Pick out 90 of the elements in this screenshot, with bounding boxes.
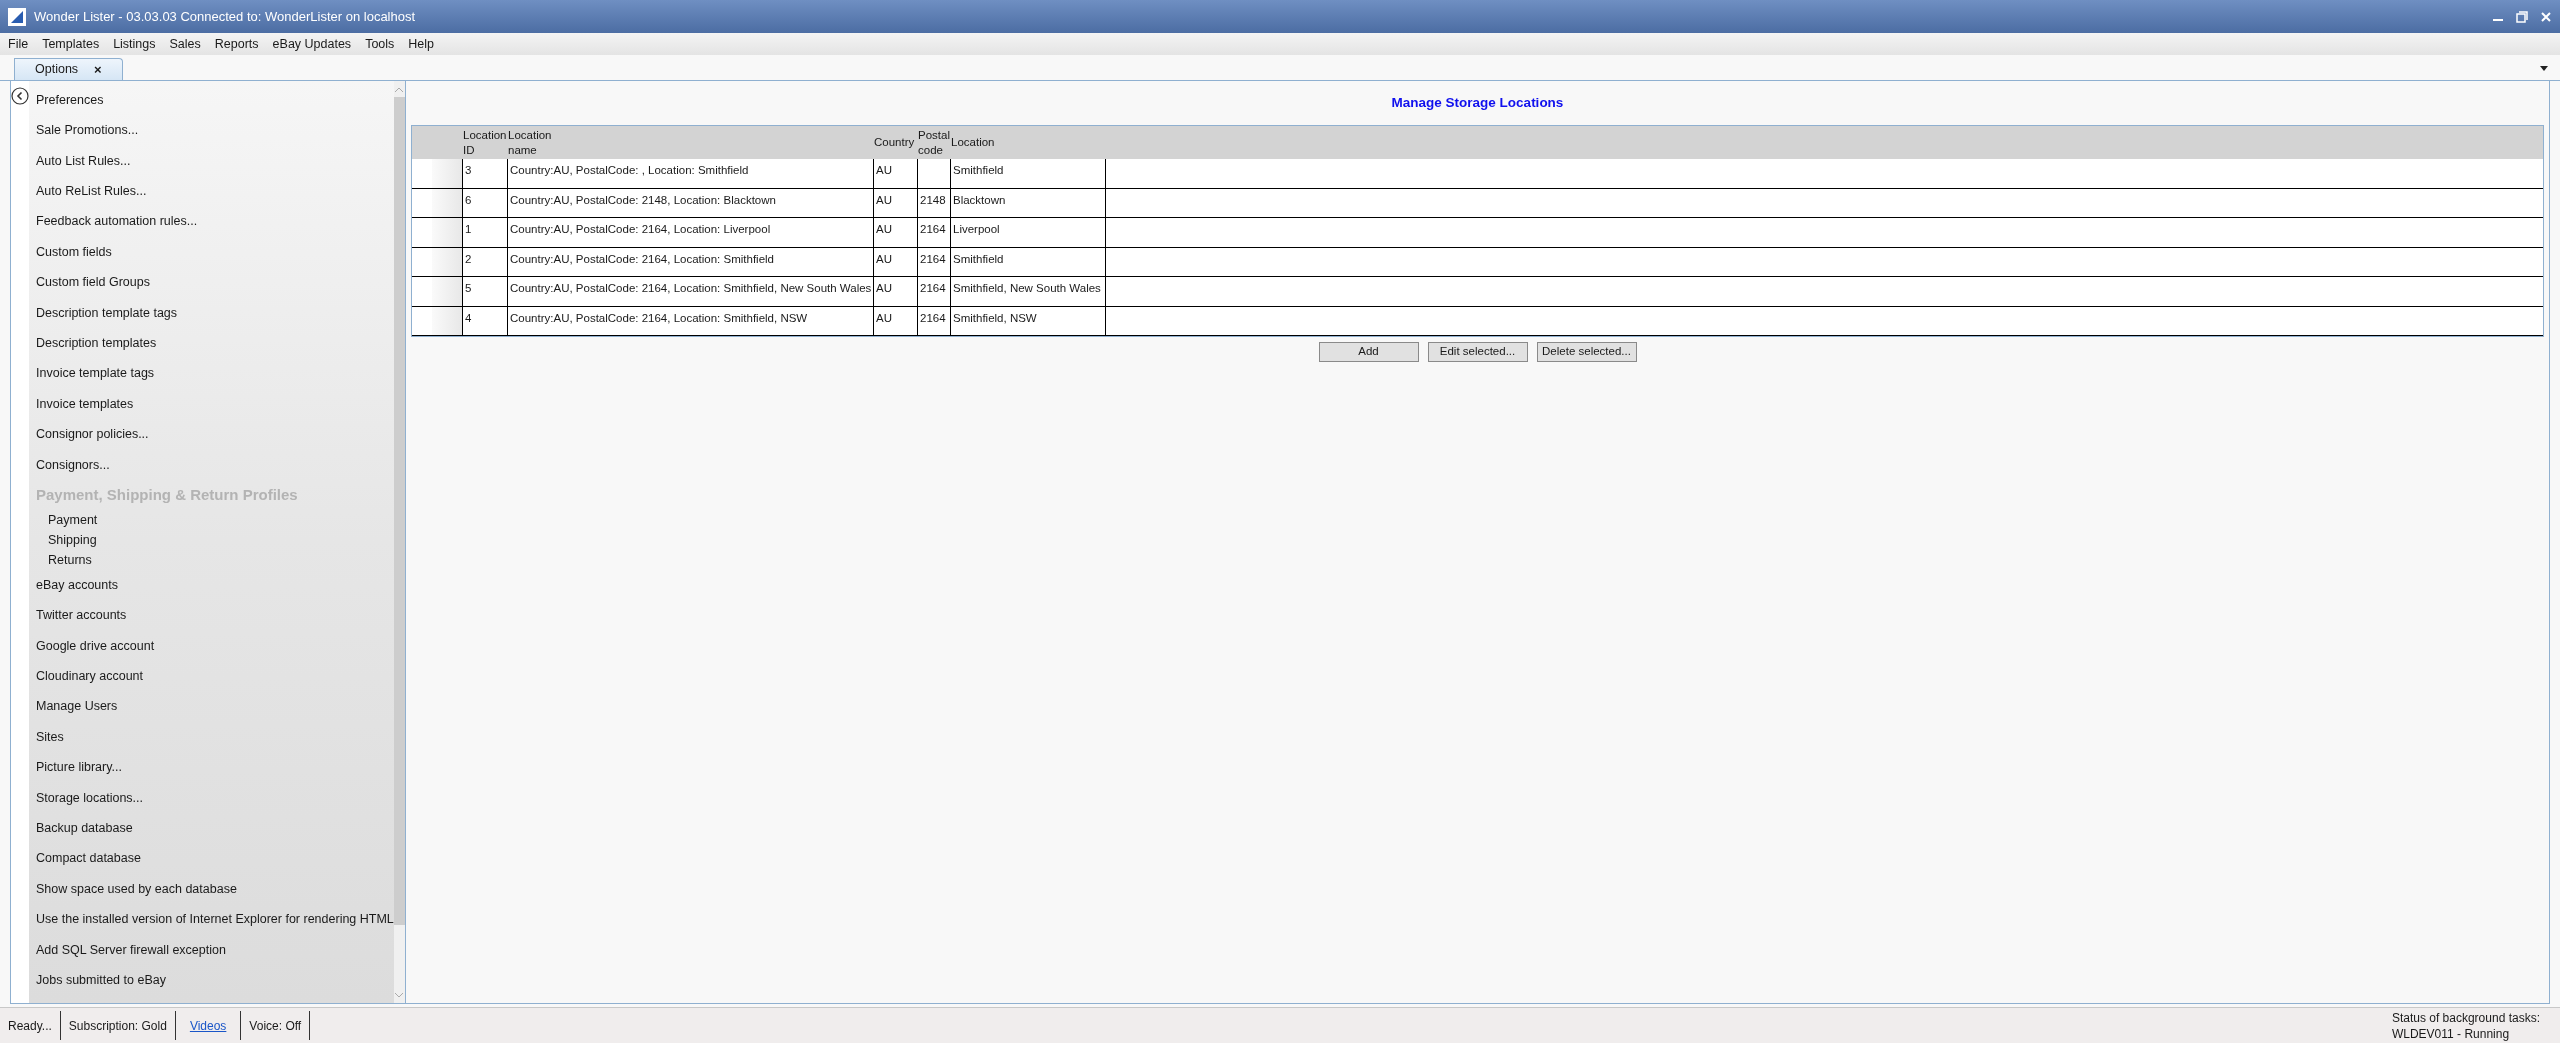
sidebar-item[interactable]: Feedback automation rules...: [36, 212, 198, 232]
menu-item[interactable]: File: [8, 34, 29, 54]
sidebar-item[interactable]: Twitter accounts: [36, 606, 127, 626]
table-cell: 2164: [920, 252, 946, 265]
sidebar-item[interactable]: Invoice templates: [36, 394, 134, 414]
sidebar-item[interactable]: Consignors...: [36, 455, 110, 475]
table-cell: AU: [876, 193, 892, 206]
sidebar-item[interactable]: Invoice template tags: [36, 364, 155, 384]
back-circle-icon[interactable]: [11, 87, 29, 105]
table-cell: Country:AU, PostalCode: 2164, Location: Liverpool: [510, 223, 771, 235]
table-cell: 2: [465, 252, 472, 265]
action-button[interactable]: Add: [1318, 342, 1419, 362]
sidebar-item[interactable]: Description templates: [36, 333, 157, 353]
table-cell: 2164: [920, 311, 946, 324]
sidebar-item[interactable]: Auto List Rules...: [36, 151, 131, 171]
sidebar-item[interactable]: Picture library...: [36, 758, 122, 777]
sidebar-item[interactable]: Cloudinary account: [36, 667, 143, 686]
table-cell: Country:AU, PostalCode: 2164, Location: Smithfield, NSW: [510, 311, 808, 324]
sidebar-item[interactable]: eBay accounts: [36, 575, 118, 595]
sidebar-item[interactable]: Storage locations...: [36, 788, 143, 808]
table-cell: AU: [876, 252, 892, 265]
column-header[interactable]: Postal code: [918, 127, 950, 158]
sidebar-item[interactable]: Backup database: [36, 819, 133, 838]
sidebar-subitem[interactable]: Shipping: [48, 530, 97, 550]
table-cell: Country:AU, PostalCode: , Location: Smithfield: [510, 164, 749, 176]
dropdown-caret-icon[interactable]: [2540, 66, 2548, 72]
menu-item[interactable]: Tools: [365, 34, 395, 54]
sidebar-item[interactable]: Compact database: [36, 849, 141, 869]
menu-item[interactable]: Reports: [214, 34, 259, 54]
page-title: Manage Storage Locations: [1391, 93, 1564, 112]
sidebar-item[interactable]: Use the installed version of Internet Explorer for rendering HTML: [36, 910, 394, 929]
table-cell: Country:AU, PostalCode: 2164, Location: Smithfield: [510, 252, 774, 265]
app-logo-icon: [8, 7, 26, 26]
sidebar-item[interactable]: Show space used by each database: [36, 879, 237, 899]
sidebar-item[interactable]: Consignor policies...: [36, 425, 149, 444]
sidebar-item[interactable]: Description template tags: [36, 303, 178, 323]
menu-item[interactable]: eBay Updates: [272, 34, 352, 54]
sidebar-item[interactable]: Custom fields: [36, 242, 112, 262]
column-header[interactable]: Location ID: [463, 127, 507, 158]
menu-item[interactable]: Templates: [42, 34, 100, 54]
sidebar-item[interactable]: Sale Promotions...: [36, 121, 139, 140]
close-tab-icon[interactable]: ×: [94, 59, 102, 80]
sidebar-subitem[interactable]: Returns: [48, 550, 92, 570]
table-cell: 3: [465, 164, 472, 176]
sidebar-item[interactable]: Sites: [36, 727, 64, 747]
column-header[interactable]: Country: [874, 135, 915, 150]
table-cell: AU: [876, 311, 892, 324]
table-cell: 1: [465, 223, 472, 235]
table-cell: Country:AU, PostalCode: 2164, Location: Smithfield, New South Wales: [510, 282, 872, 294]
status-text: Voice: Off: [249, 1017, 302, 1035]
sidebar-item[interactable]: Manage Users: [36, 697, 118, 717]
table-cell: AU: [876, 223, 892, 235]
videos-link[interactable]: Videos: [183, 1016, 233, 1035]
table-cell: Country:AU, PostalCode: 2148, Location: Blacktown: [510, 193, 776, 206]
menu-item[interactable]: Sales: [169, 34, 201, 54]
sidebar-item[interactable]: Google drive account: [36, 636, 155, 656]
close-icon[interactable]: [2540, 10, 2552, 23]
table-cell: Blacktown: [953, 193, 1006, 206]
table-cell: 2164: [920, 282, 946, 294]
table-cell: 4: [465, 311, 472, 324]
table-cell: 5: [465, 282, 472, 294]
background-status-text: Status of background tasks:: [2391, 1009, 2540, 1026]
menu-item[interactable]: Help: [408, 34, 435, 54]
table-cell: Smithfield: [953, 164, 1004, 176]
sidebar-subitem[interactable]: Payment: [48, 510, 98, 530]
table-cell: Smithfield, NSW: [953, 311, 1037, 324]
table-cell: Smithfield: [953, 252, 1004, 265]
sidebar-item[interactable]: Custom field Groups: [36, 273, 150, 292]
table-cell: AU: [876, 282, 892, 294]
window-title: Wonder Lister - 03.03.03 Connected to: WonderLister on localhost: [34, 7, 416, 26]
table-cell: 2164: [920, 223, 946, 235]
sidebar-item[interactable]: Auto ReList Rules...: [36, 182, 147, 201]
menu-item[interactable]: Listings: [113, 34, 156, 54]
sidebar-item[interactable]: Add SQL Server firewall exception: [36, 940, 226, 960]
status-text: Ready...: [8, 1017, 52, 1035]
restore-icon[interactable]: [2516, 10, 2528, 23]
sidebar-item[interactable]: Preferences: [36, 90, 104, 110]
table-cell: 2148: [920, 193, 946, 206]
table-cell: 6: [465, 193, 472, 206]
background-status-text: WLDEV011 - Running: [2391, 1025, 2511, 1042]
table-cell: Liverpool: [953, 223, 1000, 235]
status-text: Subscription: Gold: [68, 1017, 167, 1035]
table-cell: Smithfield, New South Wales: [953, 282, 1101, 294]
column-header[interactable]: Location name: [508, 127, 552, 158]
action-button[interactable]: Edit selected...: [1427, 342, 1528, 362]
sidebar-item[interactable]: Jobs submitted to eBay: [36, 970, 166, 990]
column-header[interactable]: Location: [951, 135, 995, 150]
action-button[interactable]: Delete selected...: [1536, 342, 1637, 362]
table-cell: AU: [876, 164, 892, 176]
tab[interactable]: Options ×: [14, 58, 123, 80]
